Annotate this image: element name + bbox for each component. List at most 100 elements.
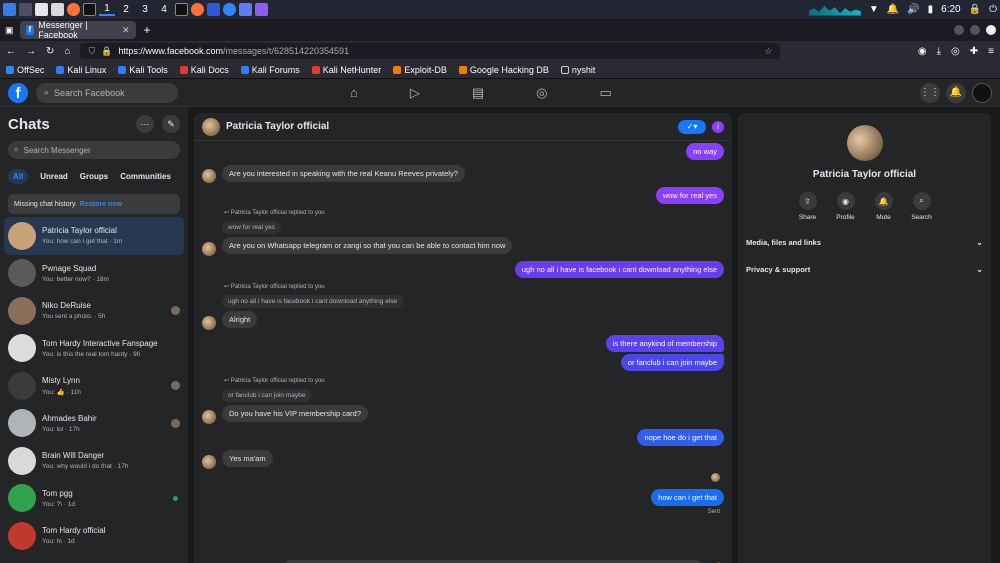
terminal-icon[interactable]: [83, 3, 96, 16]
filter-communities[interactable]: Communities: [120, 172, 171, 181]
extensions-icon[interactable]: ✚: [970, 46, 978, 57]
battery-icon[interactable]: ▮: [928, 4, 934, 15]
message-bubble[interactable]: Yes ma'am: [222, 450, 273, 467]
conversation-item[interactable]: Tom Hardy Interactive Fanspage You: is th…: [4, 330, 184, 368]
firefox-task-icon[interactable]: [191, 3, 204, 16]
privacy-support-section[interactable]: Privacy & support ⌄: [738, 258, 991, 281]
pocket-icon[interactable]: ◉: [918, 46, 927, 57]
bookmark-kali-docs[interactable]: Kali Docs: [179, 65, 229, 75]
tab-overview-icon[interactable]: ▣: [5, 25, 14, 36]
filter-unread[interactable]: Unread: [40, 172, 68, 181]
quoted-message[interactable]: or fanclub i can join maybe: [222, 389, 312, 402]
bookmark-kali-forums[interactable]: Kali Forums: [240, 65, 300, 75]
bookmark-folder-nyshit[interactable]: nyshit: [560, 65, 595, 75]
more-options-icon[interactable]: ⋯: [136, 115, 154, 133]
message-bubble[interactable]: or fanclub i can join maybe: [620, 354, 724, 371]
browser-tab-messenger[interactable]: f Messenger | Facebook ✕: [19, 20, 136, 40]
contact-avatar[interactable]: [202, 117, 220, 136]
notifications-bell-icon[interactable]: 🔔: [946, 82, 966, 103]
media-files-links-section[interactable]: Media, files and links ⌄: [738, 231, 991, 254]
verified-badge-button[interactable]: ✓▾: [678, 119, 706, 134]
conversation-info-icon[interactable]: i: [712, 120, 724, 133]
contact-profile-avatar[interactable]: [846, 125, 883, 161]
message-bubble[interactable]: Are you interested in speaking with the …: [222, 165, 465, 182]
gaming-nav-icon[interactable]: ▭: [600, 85, 612, 101]
share-button[interactable]: ⇪ Share: [796, 192, 820, 221]
conversation-item[interactable]: Tom pgg You: ?\ · 1d: [4, 480, 184, 518]
clock[interactable]: 6:20: [941, 4, 960, 15]
bookmark-star-icon[interactable]: ☆: [764, 46, 772, 57]
workspace-1[interactable]: 1: [99, 3, 115, 16]
terminal-task-icon[interactable]: [175, 3, 188, 16]
message-bubble[interactable]: ugh no all i have is facebook i cant dow…: [514, 261, 724, 278]
home-nav-icon[interactable]: ⌂: [350, 85, 358, 101]
new-message-icon[interactable]: ✎: [162, 115, 180, 133]
message-bubble[interactable]: wow for real yes: [655, 187, 724, 204]
conversation-item[interactable]: Patricia Taylor official You: how can i g…: [4, 217, 184, 255]
downloads-icon[interactable]: ⤓: [937, 46, 941, 57]
message-bubble[interactable]: Do you have his VIP membership card?: [222, 405, 369, 422]
network-icon[interactable]: ▼: [869, 4, 879, 15]
message-bubble[interactable]: is there anykind of membership: [605, 335, 724, 352]
chat-title[interactable]: Patricia Taylor official: [226, 121, 329, 132]
quoted-message[interactable]: wow for real yes: [222, 221, 281, 234]
file-manager-icon[interactable]: [35, 3, 48, 16]
back-icon[interactable]: ←: [6, 46, 16, 57]
workspace-3[interactable]: 3: [137, 4, 153, 15]
apps-menu-icon[interactable]: ⋮⋮: [920, 82, 940, 103]
video-nav-icon[interactable]: ▷: [410, 85, 420, 101]
profile-button[interactable]: ◉ Profile: [834, 192, 858, 221]
bookmark-google-hacking-db[interactable]: Google Hacking DB: [458, 65, 549, 75]
message-bubble[interactable]: how can i get that: [651, 489, 724, 506]
filter-all[interactable]: All: [8, 169, 29, 184]
home-icon[interactable]: ⌂: [64, 46, 70, 57]
kali-menu-icon[interactable]: [3, 3, 16, 16]
maximize-button[interactable]: [970, 25, 980, 35]
minimize-button[interactable]: [954, 25, 964, 35]
search-conversation-button[interactable]: ⌕ Search: [910, 192, 934, 221]
message-bubble[interactable]: nope hoe do i get that: [637, 429, 724, 446]
window-task-icon[interactable]: [207, 3, 220, 16]
bookmark-kali-linux[interactable]: Kali Linux: [56, 65, 106, 75]
conversation-item[interactable]: Ahmades Bahir You: lol · 17h: [4, 405, 184, 443]
volume-icon[interactable]: 🔊: [907, 4, 919, 15]
app-task-icon[interactable]: [223, 3, 236, 16]
conversation-item[interactable]: Brain Will Danger You: why would i do tha…: [4, 442, 184, 480]
url-bar[interactable]: ⛉ 🔒 https://www.facebook.com/messages/t/…: [80, 43, 781, 59]
text-editor-icon[interactable]: [51, 3, 64, 16]
message-bubble[interactable]: Are you on Whatsapp telegram or zangi so…: [222, 237, 513, 254]
restore-now-link[interactable]: Restore now: [80, 201, 122, 208]
reload-icon[interactable]: ↻: [46, 46, 54, 57]
conversation-item[interactable]: Niko DeRuise You sent a photo. · 5h: [4, 292, 184, 330]
firefox-icon[interactable]: [67, 3, 80, 16]
conversation-item[interactable]: Misty Lynn You: 👍 · 11h: [4, 367, 184, 405]
forward-icon[interactable]: →: [26, 46, 36, 57]
notifications-icon[interactable]: 🔔: [887, 4, 899, 15]
close-window-button[interactable]: [986, 25, 996, 35]
conversation-item[interactable]: Pwnage Squad You: better now? · 18m: [4, 255, 184, 293]
recorder-task-icon[interactable]: [255, 3, 268, 16]
bookmark-kali-nethunter[interactable]: Kali NetHunter: [311, 65, 381, 75]
groups-nav-icon[interactable]: ◎: [536, 85, 547, 101]
conversation-item[interactable]: Tom Hardy official You: hi · 1d: [4, 517, 184, 555]
close-tab-icon[interactable]: ✕: [122, 25, 130, 36]
lock-icon[interactable]: 🔒: [969, 4, 981, 15]
bookmark-kali-tools[interactable]: Kali Tools: [118, 65, 168, 75]
workspace-2[interactable]: 2: [118, 4, 134, 15]
menu-icon[interactable]: ≡: [988, 46, 994, 57]
new-tab-icon[interactable]: +: [144, 23, 151, 37]
profile-avatar[interactable]: [972, 82, 992, 103]
messenger-search-input[interactable]: ⌕ Search Messenger: [8, 141, 180, 159]
filter-groups[interactable]: Groups: [80, 172, 108, 181]
mute-button[interactable]: 🔔 Mute: [872, 192, 896, 221]
account-icon[interactable]: ◎: [951, 46, 960, 57]
bookmark-offsec[interactable]: OffSec: [6, 65, 44, 75]
lock-url-icon[interactable]: 🔒: [101, 46, 112, 57]
message-bubble[interactable]: no way: [686, 143, 724, 160]
marketplace-nav-icon[interactable]: ▤: [472, 85, 484, 101]
power-icon[interactable]: ⏻: [989, 4, 997, 15]
message-bubble[interactable]: Alright: [222, 311, 258, 328]
quoted-message[interactable]: ugh no all i have is facebook i cant dow…: [222, 295, 404, 308]
desktop-icon[interactable]: [19, 3, 32, 16]
facebook-search-input[interactable]: ⌕ Search Facebook: [36, 82, 178, 103]
